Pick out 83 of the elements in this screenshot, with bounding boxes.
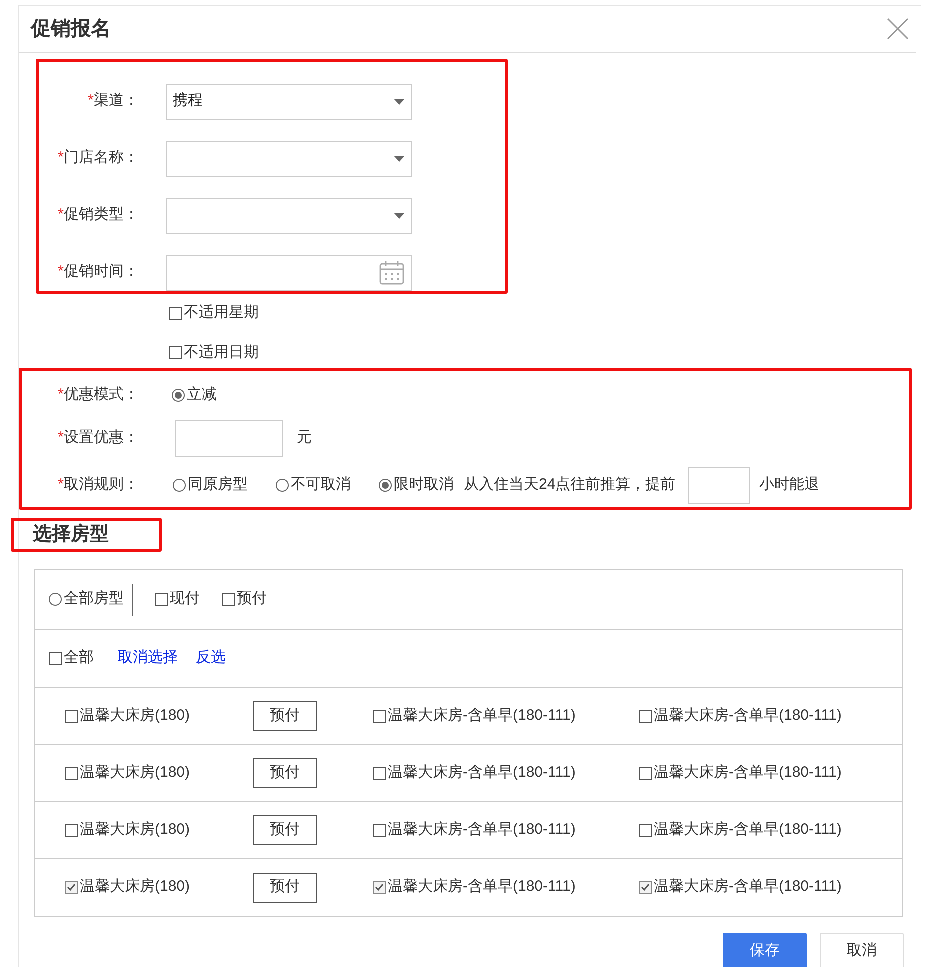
payment-button[interactable]: 预付	[253, 701, 317, 731]
checkbox-label: 温馨大床房(180)	[80, 762, 190, 783]
checkbox-label: 温馨大床房(180)	[80, 820, 190, 840]
checkbox[interactable]	[65, 766, 78, 780]
checkbox[interactable]	[65, 824, 78, 836]
checkbox-label: 温馨大床房-含单早(180-111)	[654, 820, 842, 840]
checkbox-label: 不适用星期	[184, 303, 259, 323]
payment-button[interactable]: 预付	[253, 872, 317, 902]
radio-label: 立减	[187, 384, 217, 405]
radio-button[interactable]	[172, 388, 185, 402]
unit-label: 小时能退	[760, 475, 820, 496]
select-field[interactable]: 携程	[166, 84, 412, 120]
radio-button[interactable]	[379, 479, 392, 492]
radio-button[interactable]	[49, 593, 62, 606]
required-mark: *	[58, 262, 64, 282]
section-title: 选择房型	[33, 522, 109, 547]
checkbox[interactable]	[373, 881, 386, 894]
checkbox[interactable]	[373, 766, 386, 780]
amount-field[interactable]	[175, 420, 283, 456]
cancel-note: 从入住当天24点往前推算，提前	[464, 475, 676, 496]
caret-icon	[394, 212, 405, 218]
select-field[interactable]	[166, 198, 412, 234]
checkbox[interactable]	[639, 824, 652, 836]
caret-icon	[394, 156, 405, 162]
checkbox-label: 温馨大床房-含单早(180-111)	[654, 762, 842, 783]
checkbox-label: 温馨大床房-含单早(180-111)	[388, 762, 576, 783]
required-mark: *	[58, 148, 64, 168]
radio-button[interactable]	[173, 479, 186, 492]
checkbox[interactable]	[373, 824, 386, 836]
link[interactable]: 取消选择	[118, 647, 178, 670]
checkbox[interactable]	[169, 346, 182, 360]
checkbox-label: 温馨大床房-含单早(180-111)	[388, 820, 576, 840]
checkbox-label: 温馨大床房-含单早(180-111)	[388, 706, 576, 726]
radio-label: 不可取消	[291, 475, 351, 496]
checkbox[interactable]	[49, 652, 62, 665]
radio-button[interactable]	[276, 479, 289, 492]
close-icon[interactable]	[886, 17, 910, 41]
checkbox-label: 不适用日期	[184, 342, 259, 362]
caret-icon	[394, 98, 405, 104]
dialog-title: 促销报名	[31, 17, 111, 42]
checkbox[interactable]	[639, 710, 652, 722]
hours-field[interactable]	[688, 467, 750, 504]
payment-button[interactable]: 预付	[253, 758, 317, 788]
field-label: 促销类型：	[64, 205, 139, 226]
checkbox-label: 温馨大床房(180)	[80, 877, 190, 898]
checkbox-label: 预付	[237, 589, 267, 610]
required-mark: *	[58, 475, 64, 496]
radio-label: 同原房型	[188, 475, 248, 496]
checkbox-label: 现付	[170, 589, 200, 610]
radio-label: 全部房型	[64, 589, 124, 610]
cancel-button[interactable]: 取消	[820, 933, 904, 967]
required-mark: *	[58, 384, 64, 405]
field-label: 优惠模式：	[64, 384, 139, 405]
checkbox[interactable]	[222, 593, 235, 606]
calendar-icon	[379, 260, 405, 286]
save-button[interactable]: 保存	[723, 933, 807, 967]
checkbox[interactable]	[639, 881, 652, 894]
field-label: 渠道：	[94, 91, 139, 112]
radio-label: 限时取消	[394, 475, 454, 496]
payment-button[interactable]: 预付	[253, 815, 317, 845]
unit-label: 元	[297, 428, 312, 448]
field-label: 促销时间：	[64, 262, 139, 282]
checkbox-label: 温馨大床房(180)	[80, 706, 190, 726]
required-mark: *	[58, 428, 64, 448]
field-label: 取消规则：	[64, 475, 139, 496]
checkbox[interactable]	[373, 710, 386, 722]
select-field[interactable]	[166, 140, 412, 176]
date-field[interactable]	[166, 254, 412, 290]
required-mark: *	[88, 91, 94, 112]
checkbox[interactable]	[639, 766, 652, 780]
link[interactable]: 反选	[196, 647, 226, 670]
checkbox-label: 全部	[64, 648, 94, 668]
checkbox-label: 温馨大床房-含单早(180-111)	[388, 877, 576, 898]
checkbox-label: 温馨大床房-含单早(180-111)	[654, 877, 842, 898]
required-mark: *	[58, 205, 64, 226]
checkbox[interactable]	[169, 306, 182, 320]
field-label: 设置优惠：	[64, 428, 139, 448]
field-label: 门店名称：	[64, 148, 139, 168]
checkbox[interactable]	[65, 710, 78, 722]
select-value: 携程	[173, 91, 203, 112]
checkbox[interactable]	[65, 881, 78, 894]
checkbox-label: 温馨大床房-含单早(180-111)	[654, 706, 842, 726]
checkbox[interactable]	[155, 593, 168, 606]
